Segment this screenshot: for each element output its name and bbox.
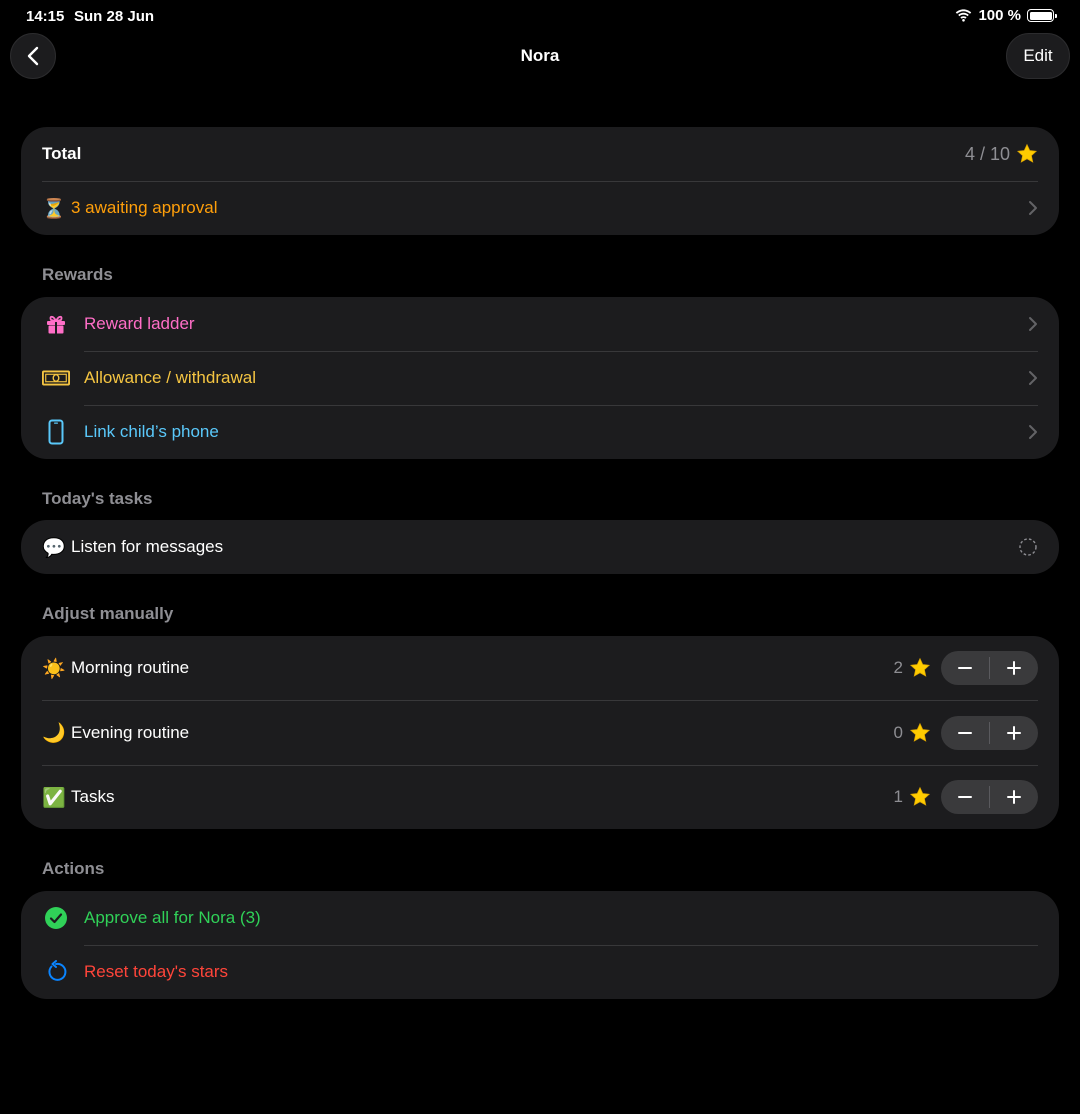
- gift-icon: [42, 310, 70, 338]
- total-value: 4 / 10: [964, 143, 1010, 164]
- battery-percent: 100 %: [978, 7, 1021, 24]
- link-phone-label: Link child’s phone: [84, 422, 219, 441]
- plus-icon: [1007, 661, 1021, 675]
- pending-approval-row[interactable]: ⏳ 3 awaiting approval: [21, 181, 1059, 235]
- section-header-todays-tasks: Today's tasks: [42, 489, 153, 508]
- hourglass-icon: ⏳: [42, 197, 66, 220]
- section-header-actions: Actions: [42, 859, 105, 878]
- minus-icon: [958, 667, 972, 669]
- actions-card: Approve all for Nora (3) Reset today's s…: [21, 891, 1059, 999]
- reward-ladder-row[interactable]: Reward ladder: [21, 297, 1059, 351]
- checkmark-icon: ✅: [42, 786, 66, 809]
- wifi-icon: [956, 9, 972, 22]
- chevron-right-icon: [1029, 201, 1037, 215]
- star-stepper: [941, 651, 1038, 685]
- star-count: 2: [893, 658, 903, 677]
- star-icon: [909, 722, 931, 742]
- edit-button[interactable]: Edit: [1006, 33, 1070, 79]
- star-icon: [909, 786, 931, 806]
- checkmark-circle-icon: [42, 904, 70, 932]
- section-header-adjust: Adjust manually: [42, 604, 174, 623]
- approve-all-label: Approve all for Nora (3): [84, 908, 261, 927]
- task-row[interactable]: 💬 Listen for messages: [21, 520, 1059, 574]
- total-row: Total 4 / 10: [21, 127, 1059, 181]
- status-right: 100 %: [955, 7, 1057, 24]
- adjust-label: Evening routine: [71, 722, 190, 742]
- page-title: Nora: [520, 46, 560, 65]
- star-count: 0: [893, 722, 903, 742]
- moon-icon: 🌙: [42, 722, 66, 744]
- allowance-label: Allowance / withdrawal: [84, 368, 256, 387]
- status-time: 14:15: [26, 8, 65, 25]
- battery-icon: [1027, 9, 1057, 22]
- status-date: Sun 28 Jun: [74, 8, 155, 25]
- allowance-row[interactable]: Allowance / withdrawal: [21, 351, 1059, 405]
- adjust-card: ☀️ Morning routine 2 🌙 Evening routine 0…: [21, 636, 1059, 829]
- reset-arrow-icon: [42, 958, 70, 986]
- star-stepper: [941, 780, 1038, 814]
- adjust-label: Tasks: [71, 787, 115, 806]
- chevron-right-icon: [1029, 425, 1037, 439]
- total-card: Total 4 / 10 ⏳ 3 awaiting approval: [21, 127, 1059, 235]
- task-label: Listen for messages: [71, 537, 224, 556]
- star-count: 1: [893, 787, 903, 806]
- adjust-row-morning: ☀️ Morning routine 2: [21, 636, 1059, 700]
- approve-all-row[interactable]: Approve all for Nora (3): [21, 891, 1059, 945]
- chevron-right-icon: [1029, 317, 1037, 331]
- increment-button[interactable]: [990, 780, 1038, 814]
- reset-stars-row[interactable]: Reset today's stars: [21, 945, 1059, 999]
- plus-icon: [1007, 725, 1021, 740]
- plus-icon: [1007, 790, 1021, 804]
- total-label: Total: [42, 144, 82, 163]
- reward-ladder-label: Reward ladder: [84, 314, 195, 333]
- increment-button[interactable]: [990, 716, 1038, 750]
- phone-icon: [42, 418, 70, 446]
- speech-bubble-icon: 💬: [42, 536, 66, 559]
- banknote-icon: [42, 364, 70, 392]
- adjust-label: Morning routine: [71, 658, 190, 677]
- decrement-button[interactable]: [941, 651, 989, 685]
- link-phone-row[interactable]: Link child’s phone: [21, 405, 1059, 459]
- decrement-button[interactable]: [941, 780, 989, 814]
- star-icon: [909, 657, 931, 677]
- chevron-right-icon: [1029, 371, 1037, 385]
- pending-approval-label: 3 awaiting approval: [71, 198, 218, 217]
- increment-button[interactable]: [990, 651, 1038, 685]
- adjust-row-tasks: ✅ Tasks 1: [21, 765, 1059, 829]
- reset-stars-label: Reset today's stars: [84, 962, 229, 981]
- star-stepper: [941, 715, 1038, 750]
- section-header-rewards: Rewards: [42, 265, 113, 284]
- todays-tasks-card: 💬 Listen for messages: [21, 520, 1059, 574]
- pending-circle-icon[interactable]: [1018, 537, 1038, 557]
- minus-icon: [958, 731, 972, 734]
- minus-icon: [958, 796, 972, 798]
- rewards-card: Reward ladder Allowance / withdrawal Lin…: [21, 297, 1059, 459]
- decrement-button[interactable]: [941, 716, 989, 750]
- star-icon: [1016, 143, 1038, 163]
- adjust-row-evening: 🌙 Evening routine 0: [21, 700, 1059, 765]
- sun-icon: ☀️: [42, 657, 66, 680]
- status-bar: 14:15 Sun 28 Jun 100 %: [0, 0, 1080, 34]
